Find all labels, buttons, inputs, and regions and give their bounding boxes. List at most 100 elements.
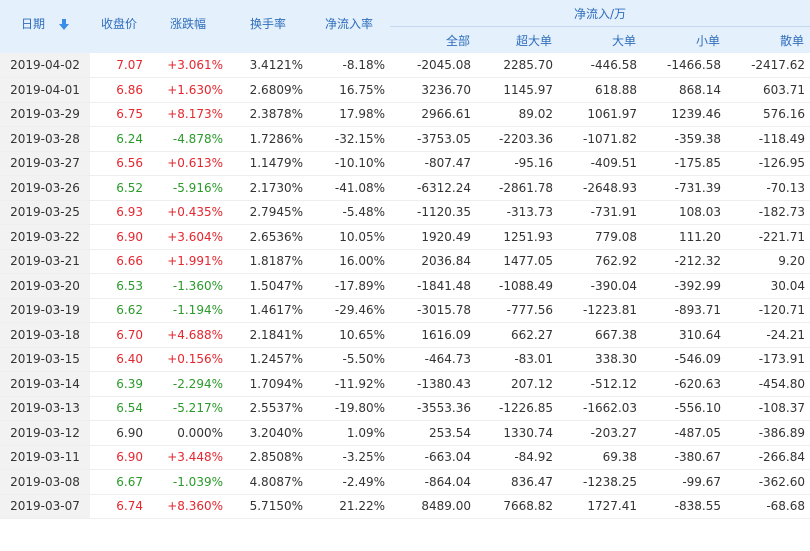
cell-inflow-rate: -19.80%	[308, 396, 390, 421]
cell-net-super-large: -95.16	[476, 151, 558, 176]
cell-turnover: 2.5537%	[228, 396, 308, 421]
cell-inflow-rate: -8.18%	[308, 53, 390, 78]
cell-net-all: -3553.36	[390, 396, 476, 421]
cell-turnover: 2.1730%	[228, 175, 308, 201]
cell-net-small: 310.64	[642, 322, 726, 348]
cell-inflow-rate: 10.05%	[308, 224, 390, 250]
cell-change: +3.061%	[148, 53, 228, 78]
cell-net-large: -203.27	[558, 420, 642, 446]
cell-close: 6.93	[90, 200, 148, 225]
header-date-label: 日期	[20, 17, 45, 31]
cell-change: +0.435%	[148, 200, 228, 225]
cell-net-all: -663.04	[390, 445, 476, 470]
cell-net-super-large: 2285.70	[476, 53, 558, 78]
cell-change: +3.448%	[148, 445, 228, 470]
table-row: 2019-03-25 6.93 +0.435% 2.7945% -5.48% -1120.…	[0, 200, 810, 225]
header-retail[interactable]: 散单	[726, 26, 810, 53]
cell-net-small: -838.55	[642, 494, 726, 519]
table-row: 2019-03-14 6.39 -2.294% 1.7094% -11.92% -1380…	[0, 371, 810, 397]
table-body: 2019-04-02 7.07 +3.061% 3.4121% -8.18% -2045.…	[0, 53, 810, 519]
cell-net-all: 2966.61	[390, 102, 476, 127]
cell-change: -1.039%	[148, 469, 228, 495]
header-inflow-rate[interactable]: 净流入率	[308, 0, 390, 53]
cell-net-large: -512.12	[558, 371, 642, 397]
header-all[interactable]: 全部	[390, 26, 476, 53]
header-close[interactable]: 收盘价	[90, 0, 148, 53]
cell-net-super-large: -313.73	[476, 200, 558, 225]
cell-net-large: -731.91	[558, 200, 642, 225]
cell-change: +3.604%	[148, 224, 228, 250]
header-change[interactable]: 涨跌幅	[148, 0, 228, 53]
cell-net-retail: -386.89	[726, 420, 810, 446]
cell-inflow-rate: -17.89%	[308, 273, 390, 299]
table-row: 2019-03-12 6.90 0.000% 3.2040% 1.09% 253.54 13…	[0, 420, 810, 446]
cell-inflow-rate: -41.08%	[308, 175, 390, 201]
cell-net-super-large: 1330.74	[476, 420, 558, 446]
cell-net-large: -390.04	[558, 273, 642, 299]
header-super-large[interactable]: 超大单	[476, 26, 558, 53]
cell-net-large: 618.88	[558, 77, 642, 103]
cell-net-retail: -182.73	[726, 200, 810, 225]
cell-net-small: 108.03	[642, 200, 726, 225]
cell-net-small: -359.38	[642, 126, 726, 152]
cell-inflow-rate: -5.50%	[308, 347, 390, 372]
cell-close: 6.74	[90, 494, 148, 519]
cell-net-small: -1466.58	[642, 53, 726, 78]
header-turnover[interactable]: 换手率	[228, 0, 308, 53]
cell-change: 0.000%	[148, 420, 228, 446]
cell-turnover: 1.7094%	[228, 371, 308, 397]
cell-turnover: 2.1841%	[228, 322, 308, 348]
cell-net-all: -6312.24	[390, 175, 476, 201]
cell-close: 6.90	[90, 420, 148, 446]
cell-change: +0.613%	[148, 151, 228, 176]
cell-net-retail: -221.71	[726, 224, 810, 250]
cell-turnover: 5.7150%	[228, 494, 308, 519]
cell-close: 6.24	[90, 126, 148, 152]
cell-net-small: -392.99	[642, 273, 726, 299]
cell-net-all: -1380.43	[390, 371, 476, 397]
cell-date: 2019-03-18	[0, 322, 90, 348]
cell-date: 2019-03-29	[0, 102, 90, 127]
cell-net-all: 3236.70	[390, 77, 476, 103]
header-date[interactable]: 日期	[0, 0, 90, 53]
cell-net-small: -487.05	[642, 420, 726, 446]
cell-change: +8.360%	[148, 494, 228, 519]
table-header: 日期 收盘价 涨跌幅 换手率 净流入率 净流入/万 全部 超大单 大单 小单 散…	[0, 0, 810, 53]
header-large[interactable]: 大单	[558, 26, 642, 53]
cell-inflow-rate: 16.00%	[308, 249, 390, 274]
cell-net-retail: -126.95	[726, 151, 810, 176]
cell-close: 6.62	[90, 298, 148, 323]
arrow-down-icon[interactable]	[59, 19, 69, 30]
cell-date: 2019-03-14	[0, 371, 90, 397]
cell-turnover: 2.7945%	[228, 200, 308, 225]
table-row: 2019-03-20 6.53 -1.360% 1.5047% -17.89% -1841…	[0, 273, 810, 299]
table-row: 2019-03-27 6.56 +0.613% 1.1479% -10.10% -807.…	[0, 151, 810, 176]
table-row: 2019-03-21 6.66 +1.991% 1.8187% 16.00% 2036.8…	[0, 249, 810, 274]
cell-net-large: -409.51	[558, 151, 642, 176]
cell-net-small: -620.63	[642, 371, 726, 397]
cell-turnover: 4.8087%	[228, 469, 308, 495]
cell-net-large: -1662.03	[558, 396, 642, 421]
cell-net-retail: -454.80	[726, 371, 810, 397]
cell-close: 6.90	[90, 224, 148, 250]
cell-net-retail: 576.16	[726, 102, 810, 127]
cell-date: 2019-03-25	[0, 200, 90, 225]
cell-net-all: -2045.08	[390, 53, 476, 78]
cell-date: 2019-03-07	[0, 494, 90, 519]
table-row: 2019-03-29 6.75 +8.173% 2.3878% 17.98% 2966.6…	[0, 102, 810, 127]
cell-net-retail: -108.37	[726, 396, 810, 421]
cell-close: 6.86	[90, 77, 148, 103]
cell-net-large: 1061.97	[558, 102, 642, 127]
cell-turnover: 2.6536%	[228, 224, 308, 250]
cell-close: 7.07	[90, 53, 148, 78]
cell-net-large: 1727.41	[558, 494, 642, 519]
cell-net-all: -1841.48	[390, 273, 476, 299]
cell-date: 2019-03-13	[0, 396, 90, 421]
cell-net-super-large: -2203.36	[476, 126, 558, 152]
cell-change: +8.173%	[148, 102, 228, 127]
cell-date: 2019-03-20	[0, 273, 90, 299]
cell-net-all: 8489.00	[390, 494, 476, 519]
header-small[interactable]: 小单	[642, 26, 726, 53]
table-row: 2019-04-01 6.86 +1.630% 2.6809% 16.75% 3236.7…	[0, 77, 810, 103]
cell-close: 6.52	[90, 175, 148, 201]
